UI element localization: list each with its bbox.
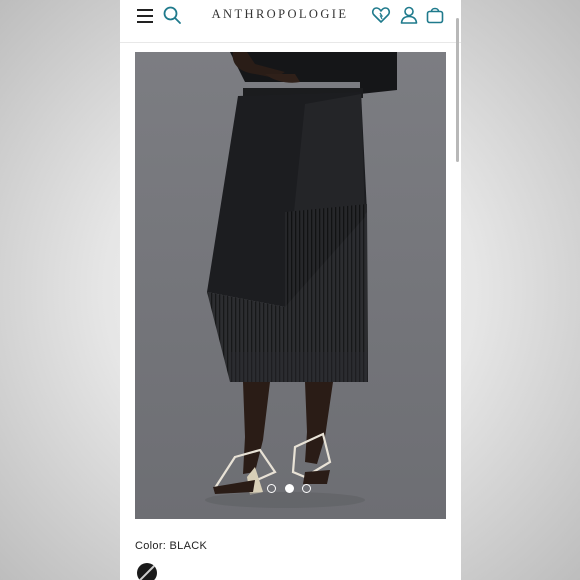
bag-icon[interactable]	[425, 5, 445, 25]
search-icon[interactable]	[162, 5, 182, 25]
site-header: ANTHROPOLOGIE	[120, 0, 461, 43]
color-value: BLACK	[169, 540, 208, 553]
brand-logo[interactable]: ANTHROPOLOGIE	[200, 7, 360, 22]
carousel-dot[interactable]	[267, 484, 276, 493]
color-label: Color:	[135, 540, 167, 553]
mobile-page: ANTHROPOLOGIE Color: BLACK	[120, 0, 461, 580]
scrollbar[interactable]	[456, 18, 459, 162]
model-photo	[135, 52, 446, 519]
account-icon[interactable]	[399, 5, 419, 25]
menu-icon[interactable]	[137, 9, 153, 23]
carousel-dots	[267, 484, 321, 494]
heart-icon[interactable]	[371, 5, 391, 25]
product-image[interactable]	[135, 52, 446, 519]
color-swatch-black[interactable]	[137, 563, 157, 580]
color-selector-label: Color: BLACK	[135, 540, 207, 552]
carousel-dot[interactable]	[302, 484, 311, 493]
carousel-dot-active[interactable]	[285, 484, 294, 493]
